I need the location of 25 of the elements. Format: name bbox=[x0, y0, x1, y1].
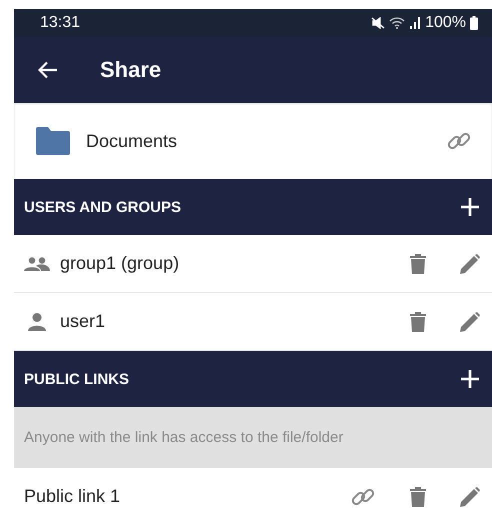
file-name: Documents bbox=[86, 130, 178, 152]
back-icon[interactable] bbox=[38, 61, 58, 79]
link-name: Public link 1 bbox=[24, 486, 120, 507]
status-time: 13:31 bbox=[40, 14, 80, 32]
add-icon[interactable] bbox=[460, 369, 480, 389]
edit-icon[interactable] bbox=[460, 486, 480, 506]
wifi-icon bbox=[389, 17, 406, 29]
share-name: group1 (group) bbox=[60, 253, 180, 274]
battery-icon bbox=[470, 16, 478, 30]
battery-percent: 100% bbox=[425, 14, 466, 32]
delete-icon[interactable] bbox=[410, 486, 426, 506]
share-name: user1 bbox=[60, 311, 106, 332]
screen-title: Share bbox=[100, 57, 162, 83]
edit-icon[interactable] bbox=[460, 312, 480, 332]
edit-icon[interactable] bbox=[460, 254, 480, 274]
group-icon bbox=[24, 256, 50, 270]
hint-text: Anyone with the link has access to the file/folder bbox=[24, 429, 344, 446]
delete-icon[interactable] bbox=[410, 254, 426, 274]
add-icon[interactable] bbox=[460, 197, 480, 217]
mute-icon bbox=[371, 17, 386, 29]
signal-icon bbox=[409, 17, 422, 29]
section-title: USERS AND GROUPS bbox=[24, 198, 181, 216]
section-title: PUBLIC LINKS bbox=[24, 370, 129, 388]
delete-icon[interactable] bbox=[410, 312, 426, 332]
folder-icon bbox=[36, 127, 70, 155]
